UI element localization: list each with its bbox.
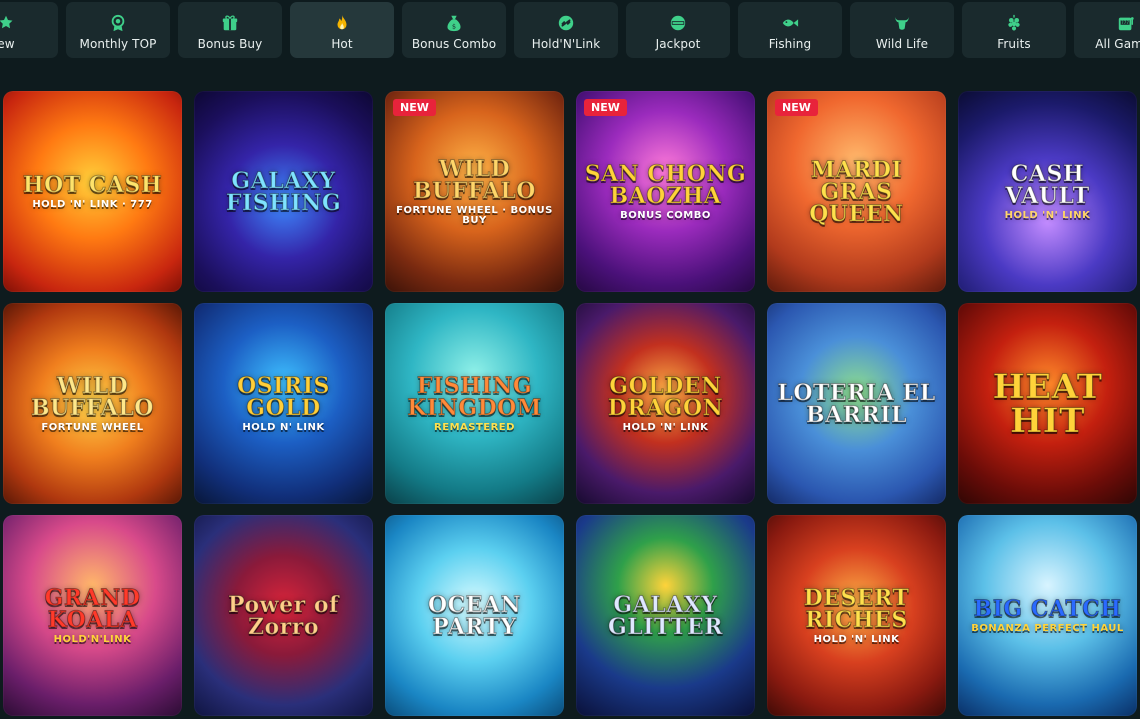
link-coin-icon: [556, 13, 576, 33]
game-tile-desert-riches[interactable]: Desert Riches HOLD 'N' LINK: [767, 515, 946, 716]
game-title: Power of Zorro: [228, 591, 339, 640]
game-tile-osiris-gold[interactable]: Osiris Gold HOLD N' LINK: [194, 303, 373, 504]
new-badge: NEW: [775, 99, 818, 116]
tab-wild-life[interactable]: Wild Life: [850, 2, 954, 58]
game-title: Wild Buffalo: [31, 372, 154, 421]
tab-bonus-combo[interactable]: $ Bonus Combo: [402, 2, 506, 58]
jackpot-icon: [668, 13, 688, 33]
game-tile-heat-hit[interactable]: Heat Hit: [958, 303, 1137, 504]
game-subtitle: REMASTERED: [434, 421, 515, 433]
bull-icon: [892, 13, 912, 33]
tab-new[interactable]: ew: [0, 2, 58, 58]
tab-all-games[interactable]: 777 All Games: [1074, 2, 1140, 58]
game-title: Osiris Gold: [237, 372, 330, 421]
game-subtitle: BONUS COMBO: [620, 209, 711, 221]
new-badge: NEW: [393, 99, 436, 116]
tab-fishing[interactable]: Fishing: [738, 2, 842, 58]
game-title: Cash Vault: [1005, 160, 1090, 209]
tab-hold-n-link[interactable]: Hold'N'Link: [514, 2, 618, 58]
game-subtitle: HOLD N' LINK: [242, 421, 325, 433]
game-tile-wild-buffalo-bonus-buy[interactable]: NEW Wild Buffalo FORTUNE WHEEL · BONUS B…: [385, 91, 564, 292]
new-icon: [0, 13, 16, 33]
flame-icon: [332, 13, 352, 33]
tab-hot[interactable]: Hot: [290, 2, 394, 58]
game-tile-grand-koala[interactable]: Grand Koala HOLD'N'LINK: [3, 515, 182, 716]
game-subtitle: FORTUNE WHEEL: [41, 421, 144, 433]
game-title: Grand Koala: [44, 584, 141, 633]
new-badge: NEW: [584, 99, 627, 116]
game-tile-cash-vault[interactable]: Cash Vault HOLD 'N' LINK: [958, 91, 1137, 292]
game-subtitle: HOLD 'N' LINK: [622, 421, 709, 433]
game-tile-hot-cash[interactable]: Hot Cash HOLD 'N' LINK · 777: [3, 91, 182, 292]
game-subtitle: HOLD'N'LINK: [53, 633, 132, 645]
game-title: San Chong Baozha: [584, 160, 747, 209]
game-subtitle: HOLD 'N' LINK: [813, 633, 900, 645]
game-tile-golden-dragon[interactable]: Golden Dragon HOLD 'N' LINK: [576, 303, 755, 504]
game-tile-wild-buffalo-fortune-wheel[interactable]: Wild Buffalo FORTUNE WHEEL: [3, 303, 182, 504]
tab-bonus-buy[interactable]: Bonus Buy: [178, 2, 282, 58]
game-subtitle: FORTUNE WHEEL · BONUS BUY: [396, 204, 553, 226]
game-title: Big Catch: [973, 595, 1122, 622]
game-title: Wild Buffalo: [413, 155, 536, 204]
medal-icon: [108, 13, 128, 33]
game-title: Fishing Kingdom: [407, 372, 542, 421]
svg-text:777: 777: [1121, 20, 1129, 25]
game-tile-power-of-zorro[interactable]: Power of Zorro: [194, 515, 373, 716]
game-tile-big-catch[interactable]: Big Catch BONANZA PERFECT HAUL: [958, 515, 1137, 716]
slot-machine-icon: 777: [1116, 13, 1136, 33]
game-title: Ocean Party: [427, 591, 522, 640]
game-tile-galaxy-fishing[interactable]: Galaxy Fishing: [194, 91, 373, 292]
game-tile-ocean-party[interactable]: Ocean Party: [385, 515, 564, 716]
game-title: Galaxy Glitter: [607, 591, 724, 640]
game-title: Galaxy Fishing: [225, 167, 342, 216]
game-subtitle: HOLD 'N' LINK · 777: [32, 198, 153, 210]
game-title: Heat Hit: [992, 366, 1103, 441]
game-subtitle: HOLD 'N' LINK: [1004, 209, 1091, 221]
tab-fruits[interactable]: Fruits: [962, 2, 1066, 58]
game-tile-mardi-gras-queen[interactable]: NEW Mardi Gras Queen: [767, 91, 946, 292]
fish-icon: [780, 13, 800, 33]
game-tile-san-chong-baozha[interactable]: NEW San Chong Baozha BONUS COMBO: [576, 91, 755, 292]
grapes-icon: [1004, 13, 1024, 33]
svg-text:$: $: [452, 23, 456, 30]
game-title: Loteria El Barril: [777, 379, 936, 428]
game-title: Mardi Gras Queen: [809, 156, 904, 227]
game-title: Golden Dragon: [607, 372, 724, 421]
game-tile-fishing-kingdom[interactable]: Fishing Kingdom REMASTERED: [385, 303, 564, 504]
game-tile-loteria-el-barril[interactable]: Loteria El Barril: [767, 303, 946, 504]
game-subtitle: BONANZA PERFECT HAUL: [971, 622, 1124, 634]
game-title: Desert Riches: [803, 584, 910, 633]
game-title: Hot Cash: [22, 171, 163, 198]
game-tile-galaxy-glitter[interactable]: Galaxy Glitter: [576, 515, 755, 716]
category-tabs: ew Monthly TOP Bonus Buy Hot $ Bonus Com…: [0, 2, 1140, 60]
casino-lobby: { "categories": [ {"label": "ew", "icon"…: [0, 0, 1140, 719]
money-bag-icon: $: [444, 13, 464, 33]
games-grid: Hot Cash HOLD 'N' LINK · 777 Galaxy Fish…: [3, 91, 1137, 716]
tab-monthly-top[interactable]: Monthly TOP: [66, 2, 170, 58]
tab-jackpot[interactable]: Jackpot: [626, 2, 730, 58]
gift-icon: [220, 13, 240, 33]
